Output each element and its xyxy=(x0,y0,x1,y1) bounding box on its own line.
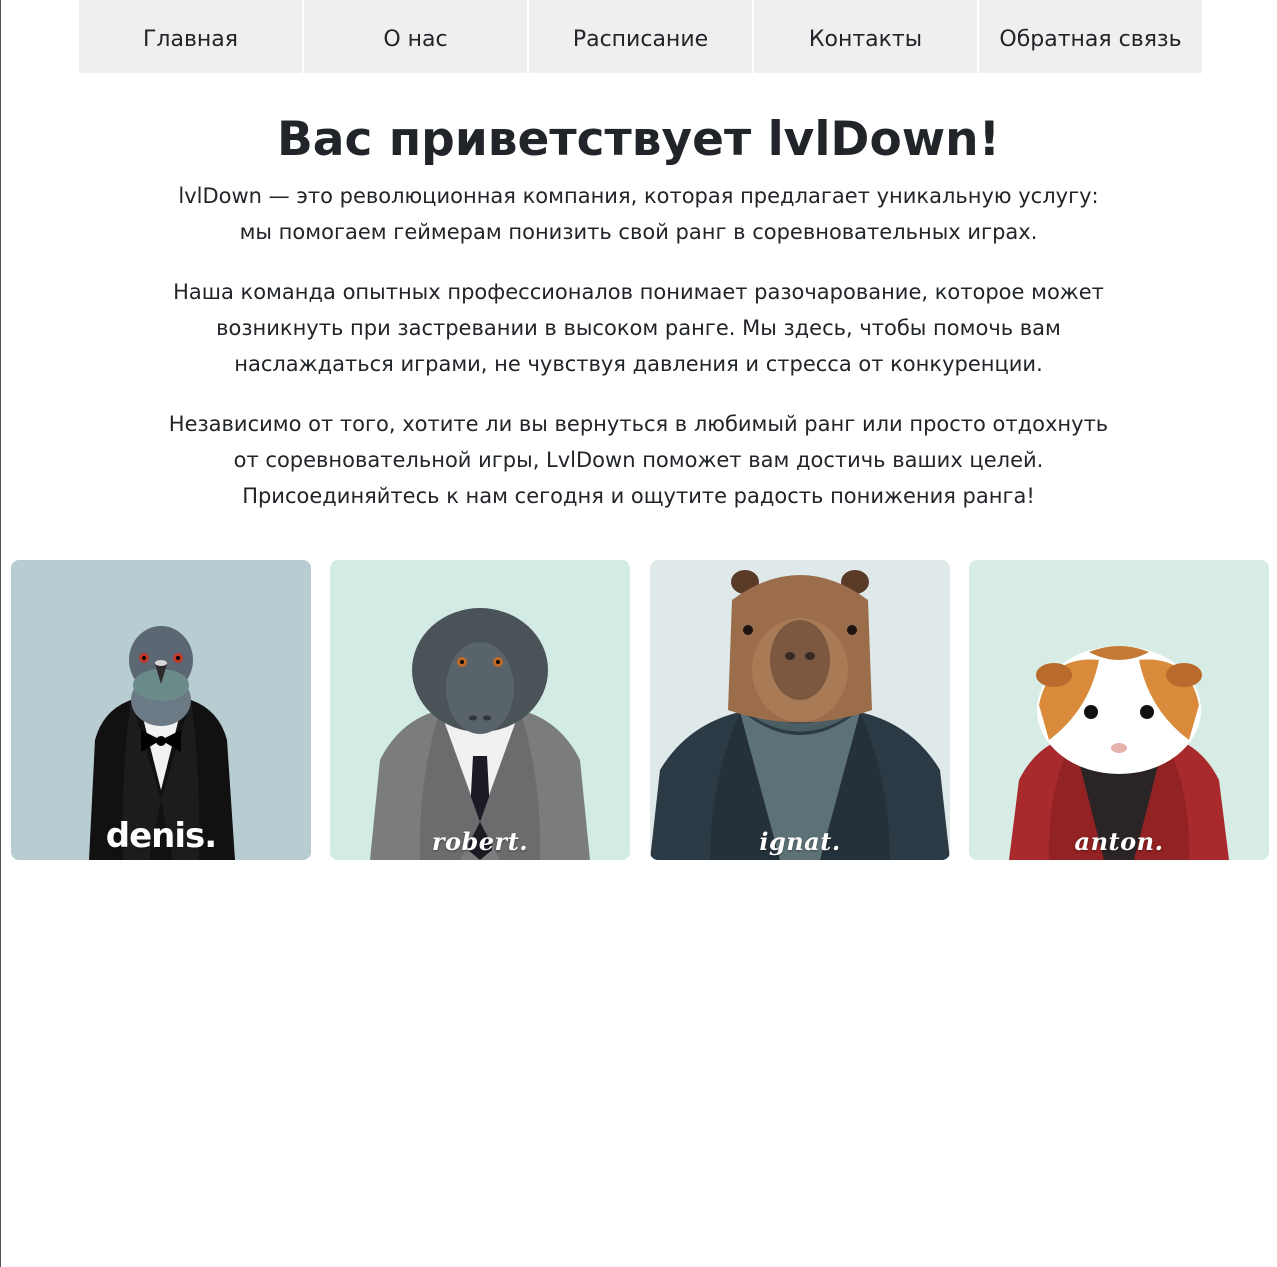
team-card-ignat: ignat. xyxy=(650,560,950,860)
team-card-denis: denis. xyxy=(11,560,311,860)
team-card-caption: anton. xyxy=(1074,827,1164,856)
team-card-anton: anton. xyxy=(969,560,1269,860)
team-card-robert: robert. xyxy=(330,560,630,860)
macaque-in-suit-icon xyxy=(330,560,630,860)
team-cards: denis. robert. ignat. anton. xyxy=(11,560,1269,860)
team-card-caption: denis. xyxy=(105,816,217,856)
top-navigation: Главная О нас Расписание Контакты Обратн… xyxy=(79,0,1202,73)
team-paragraph: Наша команда опытных профессионалов пони… xyxy=(173,280,1104,376)
guinea-pig-in-red-jacket-icon xyxy=(969,560,1269,860)
page-title: Вас приветствует lvlDown! xyxy=(276,112,1001,167)
team-card-caption: ignat. xyxy=(759,827,841,856)
capybara-in-jacket-icon xyxy=(650,560,950,860)
nav-item-about[interactable]: О нас xyxy=(304,0,529,73)
nav-item-feedback[interactable]: Обратная связь xyxy=(979,0,1202,73)
nav-item-home[interactable]: Главная xyxy=(79,0,304,73)
intro-paragraph: lvlDown — это революционная компания, ко… xyxy=(178,184,1099,244)
nav-item-schedule[interactable]: Расписание xyxy=(529,0,754,73)
team-card-caption: robert. xyxy=(431,827,529,856)
pigeon-in-tuxedo-icon xyxy=(11,560,311,860)
closing-paragraph: Независимо от того, хотите ли вы вернуть… xyxy=(168,412,1109,508)
main-content: Вас приветствует lvlDown! lvlDown — это … xyxy=(0,100,1277,514)
nav-item-contacts[interactable]: Контакты xyxy=(754,0,979,73)
